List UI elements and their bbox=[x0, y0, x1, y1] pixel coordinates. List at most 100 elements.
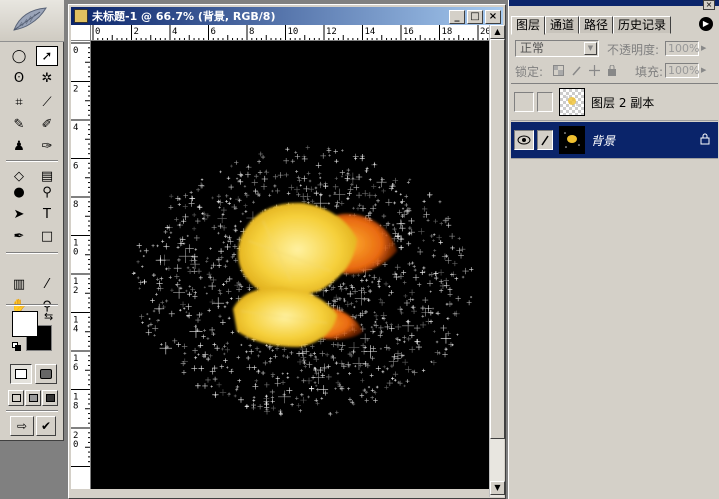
path-selection-tool[interactable]: ➤ bbox=[8, 204, 30, 224]
tab-channels[interactable]: 通道 bbox=[545, 16, 580, 34]
layer-thumbnail bbox=[559, 126, 585, 154]
fill-field[interactable]: 100% bbox=[665, 63, 699, 78]
shape-tool[interactable]: □ bbox=[36, 226, 58, 246]
pen-tool[interactable]: ✒ bbox=[8, 226, 30, 246]
close-button[interactable]: × bbox=[485, 10, 501, 24]
ruler-label: 8 bbox=[73, 402, 78, 412]
layer-name: 图层 2 副本 bbox=[591, 95, 655, 110]
scroll-up-button[interactable]: ▲ bbox=[490, 25, 505, 39]
swap-colors-icon[interactable]: ⇆ bbox=[44, 310, 53, 323]
blur-tool[interactable]: ● bbox=[8, 182, 30, 202]
lasso-tool[interactable]: ʘ bbox=[8, 68, 30, 88]
separator bbox=[6, 160, 58, 162]
clone-stamp-tool[interactable]: ♟ bbox=[8, 136, 30, 156]
jump-to-icon: ⇨ bbox=[16, 419, 28, 433]
separator bbox=[6, 410, 58, 412]
vertical-ruler[interactable]: 02468101214161820 bbox=[71, 41, 91, 489]
screen-mode-full-button[interactable] bbox=[42, 390, 58, 406]
standard-mode-button[interactable] bbox=[10, 364, 32, 384]
history-brush-tool[interactable]: ✑ bbox=[36, 136, 58, 156]
opacity-label: 不透明度: bbox=[607, 43, 660, 57]
layer-link-toggle[interactable] bbox=[537, 130, 553, 150]
ruler-label: 8 bbox=[249, 27, 254, 37]
slice-tool[interactable]: ⟋ bbox=[36, 92, 58, 112]
type-tool[interactable]: T bbox=[36, 204, 58, 224]
notes-tool[interactable]: ▥ bbox=[8, 274, 30, 294]
magic-wand-icon: ✲ bbox=[41, 70, 53, 86]
healing-brush-tool[interactable]: ✎ bbox=[8, 114, 30, 134]
magic-wand-tool[interactable]: ✲ bbox=[36, 68, 58, 88]
ruler-label: 4 bbox=[73, 123, 78, 133]
scroll-thumb[interactable] bbox=[490, 39, 505, 439]
blur-icon: ● bbox=[13, 184, 25, 200]
blend-mode-select[interactable]: 正常 ▼ bbox=[515, 40, 599, 57]
crop-icon: ⌗ bbox=[15, 94, 23, 110]
opacity-arrow-icon[interactable]: ▶ bbox=[701, 41, 711, 56]
move-tool[interactable]: ➚ bbox=[36, 46, 58, 66]
fill-arrow-icon[interactable]: ▶ bbox=[701, 63, 711, 78]
marquee-tool[interactable]: ◯ bbox=[8, 46, 30, 66]
maximize-button[interactable]: □ bbox=[467, 10, 483, 24]
sparkle-leaf-artwork bbox=[131, 145, 474, 417]
jump-to-imageready-button[interactable]: ⇨ bbox=[10, 416, 34, 436]
ruler-label: 4 bbox=[73, 325, 78, 335]
imageready-check-button[interactable]: ✔ bbox=[36, 416, 56, 436]
ruler-label: 8 bbox=[73, 200, 78, 210]
eyedropper-icon: ⁄ bbox=[45, 276, 49, 292]
clone-stamp-icon: ♟ bbox=[13, 138, 25, 154]
slice-icon: ⟋ bbox=[42, 94, 52, 110]
layer-row[interactable]: 图层 2 副本 bbox=[511, 84, 718, 121]
default-colors-icon[interactable] bbox=[12, 342, 21, 351]
tab-history[interactable]: 历史记录 bbox=[613, 16, 672, 34]
marquee-icon: ◯ bbox=[11, 48, 27, 64]
ruler-label: 16 bbox=[403, 27, 414, 37]
tab-layers[interactable]: 图层 bbox=[511, 16, 546, 35]
visibility-toggle[interactable] bbox=[514, 130, 534, 150]
image-canvas[interactable] bbox=[91, 41, 489, 489]
opacity-field[interactable]: 100% bbox=[665, 41, 699, 56]
layer-link-toggle[interactable] bbox=[537, 92, 553, 112]
ruler-label: 12 bbox=[326, 27, 337, 37]
lock-paint-icon[interactable] bbox=[569, 63, 583, 77]
document-icon bbox=[74, 9, 88, 23]
eyedropper-tool[interactable]: ⁄ bbox=[36, 274, 58, 294]
crop-tool[interactable]: ⌗ bbox=[8, 92, 30, 112]
dodge-tool[interactable]: ⚲ bbox=[36, 182, 58, 202]
ruler-label: 0 bbox=[73, 248, 78, 258]
palette-title-bar[interactable] bbox=[509, 0, 719, 6]
quick-mask-button[interactable] bbox=[35, 364, 57, 384]
screen-mode-standard-button[interactable] bbox=[8, 390, 24, 406]
tools-palette: ◯ ➚ ʘ ✲ ⌗ ⟋ ✎ ✐ ♟ ✑ ◇ ▤ ● ⚲ ➤ T ✒ □ ▥ ⁄ ✋ ⚲ ⇆ ⇨ ✔ bbox=[0, 0, 64, 441]
document-title-bar[interactable]: 未标题-1 @ 66.7% (背景, RGB/8) bbox=[71, 7, 503, 25]
ruler-label: 2 bbox=[73, 85, 78, 95]
path-selection-icon: ➤ bbox=[13, 206, 25, 222]
history-brush-icon: ✑ bbox=[41, 138, 53, 154]
tab-paths[interactable]: 路径 bbox=[579, 16, 614, 34]
lock-all-icon[interactable] bbox=[605, 63, 619, 77]
lock-label: 锁定: bbox=[515, 65, 544, 79]
feather-logo-icon[interactable] bbox=[0, 0, 64, 42]
minimize-button[interactable]: _ bbox=[449, 10, 465, 24]
screen-full-icon bbox=[45, 394, 55, 402]
dodge-icon: ⚲ bbox=[42, 184, 52, 200]
palette-close-button[interactable]: × bbox=[703, 0, 715, 10]
brush-tool[interactable]: ✐ bbox=[36, 114, 58, 134]
document-title: 未标题-1 @ 66.7% (背景, RGB/8) bbox=[92, 10, 276, 23]
chevron-down-icon: ▼ bbox=[584, 42, 597, 55]
scroll-down-button[interactable]: ▼ bbox=[490, 481, 505, 495]
horizontal-ruler[interactable]: 0 2 4 6 8 10 12 14 16 18 20 bbox=[91, 25, 491, 41]
check-icon: ✔ bbox=[40, 419, 52, 433]
ruler-label: 6 bbox=[73, 363, 78, 373]
layer-list: 图层 2 副本 背景 bbox=[511, 83, 718, 483]
lock-row: 锁定: 填充: 100% ▶ bbox=[515, 62, 715, 80]
foreground-color-swatch[interactable] bbox=[12, 311, 38, 337]
lock-transparency-icon[interactable] bbox=[551, 63, 565, 77]
ruler-origin[interactable] bbox=[71, 25, 91, 41]
visibility-toggle[interactable] bbox=[514, 92, 534, 112]
separator bbox=[6, 252, 58, 254]
vertical-scrollbar[interactable]: ▲ ▼ bbox=[489, 25, 505, 497]
palette-menu-icon[interactable]: ▶ bbox=[699, 17, 713, 31]
lock-move-icon[interactable] bbox=[587, 63, 601, 77]
layer-row[interactable]: 背景 bbox=[511, 122, 718, 159]
screen-mode-menu-button[interactable] bbox=[25, 390, 41, 406]
